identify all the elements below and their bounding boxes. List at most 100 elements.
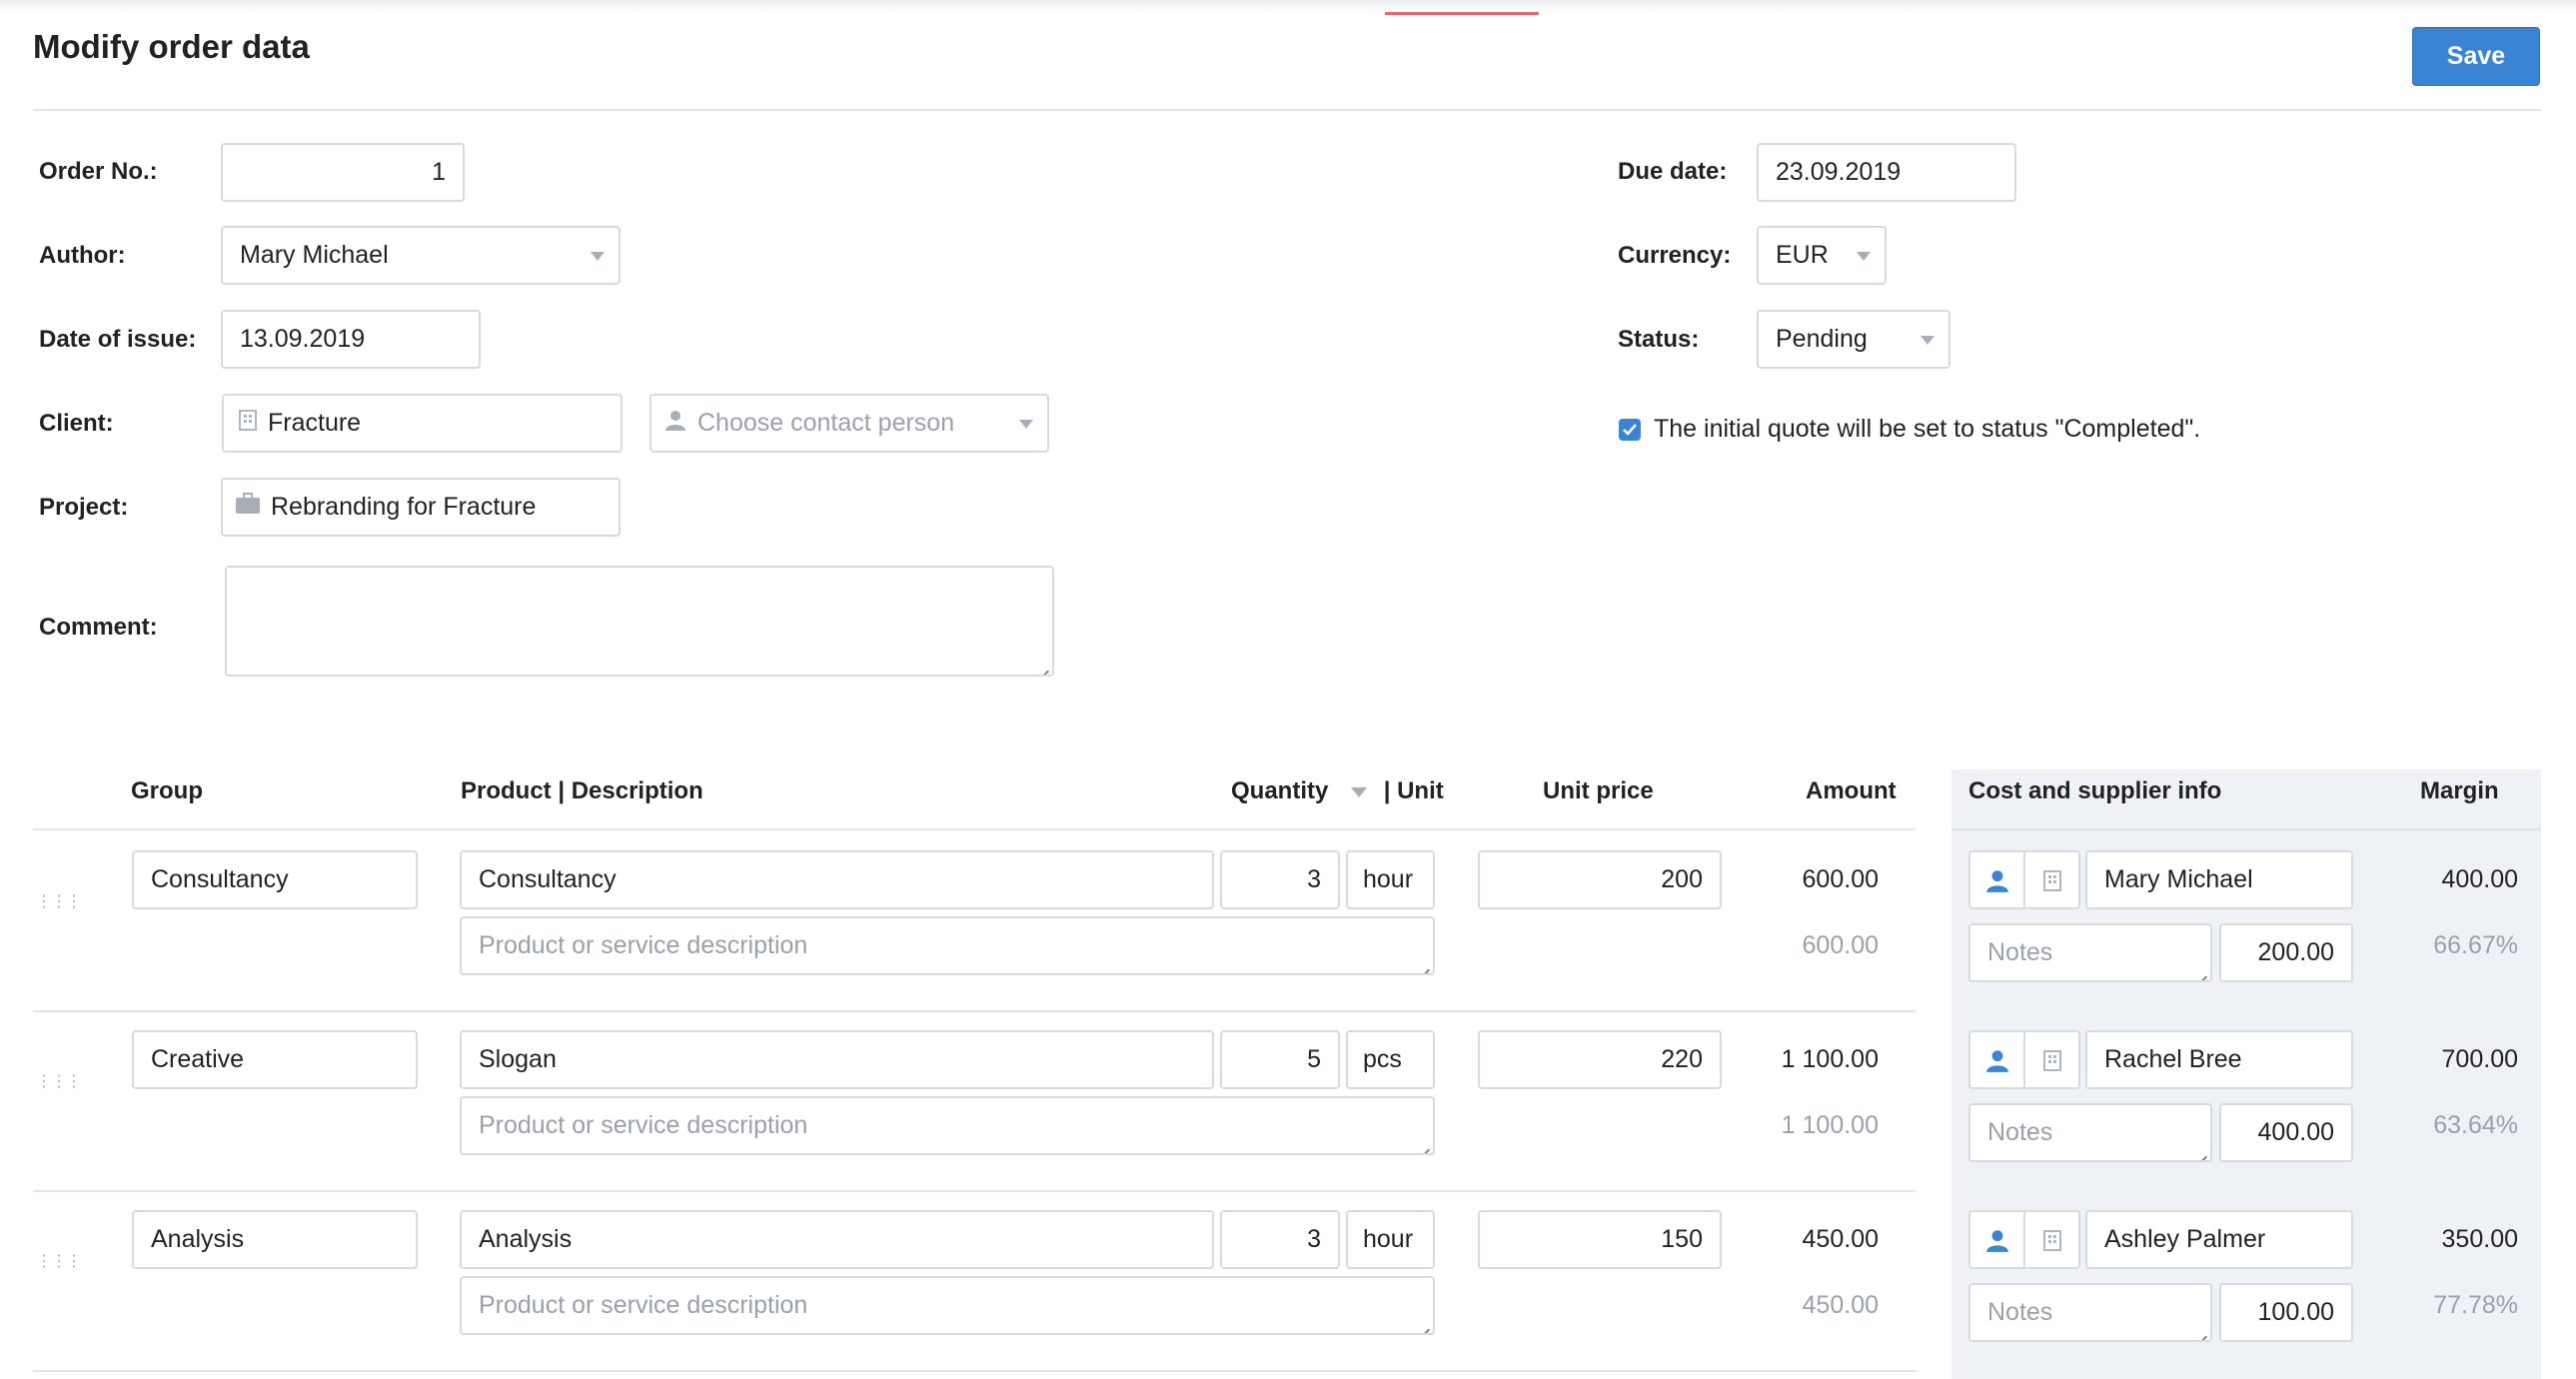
col-header-unit-price: Unit price	[1543, 777, 1654, 804]
supplier-input[interactable]: Ashley Palmer	[2085, 1210, 2353, 1269]
save-button[interactable]: Save	[2412, 27, 2540, 86]
cost-input[interactable]: 200.00	[2219, 923, 2353, 982]
author-label: Author:	[39, 242, 126, 269]
person-icon	[1985, 869, 2008, 892]
unit-price-input[interactable]: 200	[1478, 850, 1722, 909]
drag-handle-icon[interactable]: ⋮⋮⋮	[36, 891, 82, 911]
unit-input[interactable]: pcs	[1346, 1030, 1435, 1089]
col-header-margin: Margin	[2420, 777, 2499, 804]
col-header-quantity[interactable]: Quantity | Unit	[1231, 777, 1444, 805]
drag-handle-icon[interactable]: ⋮⋮⋮	[36, 1251, 82, 1271]
contact-person-select[interactable]: Choose contact person	[649, 394, 1049, 453]
due-date-input[interactable]: 23.09.2019	[1757, 143, 2016, 202]
client-label: Client:	[39, 410, 114, 437]
group-input[interactable]: Consultancy	[132, 850, 418, 909]
margin-percent: 66.67%	[2433, 931, 2518, 959]
description-textarea[interactable]: Product or service description	[460, 1276, 1435, 1335]
supplier-person-toggle[interactable]	[1968, 1210, 2025, 1269]
resize-handle-icon[interactable]	[2197, 967, 2207, 977]
unit-input[interactable]: hour	[1346, 1210, 1435, 1269]
project-label: Project:	[39, 494, 129, 521]
group-input[interactable]: Creative	[132, 1030, 418, 1089]
notes-placeholder: Notes	[1987, 938, 2053, 966]
margin-value: 400.00	[2441, 865, 2518, 893]
description-textarea[interactable]: Product or service description	[460, 916, 1435, 975]
author-value: Mary Michael	[240, 241, 389, 269]
building-icon	[238, 409, 258, 438]
resize-handle-icon[interactable]	[1420, 1320, 1430, 1330]
resize-handle-icon[interactable]	[2197, 1147, 2207, 1157]
row-divider	[33, 1370, 1916, 1372]
client-value: Fracture	[268, 409, 362, 437]
supplier-input[interactable]: Mary Michael	[2085, 850, 2353, 909]
cost-input[interactable]: 400.00	[2219, 1103, 2353, 1162]
resize-handle-icon[interactable]	[1039, 662, 1049, 672]
description-placeholder: Product or service description	[479, 1111, 808, 1139]
notes-placeholder: Notes	[1987, 1118, 2053, 1146]
resize-handle-icon[interactable]	[1420, 1140, 1430, 1150]
unit-price-input[interactable]: 150	[1478, 1210, 1722, 1269]
date-of-issue-label: Date of issue:	[39, 326, 197, 353]
order-no-input[interactable]: 1	[221, 143, 465, 202]
comment-label: Comment:	[39, 614, 158, 641]
group-input[interactable]: Analysis	[132, 1210, 418, 1269]
caret-down-icon	[1857, 251, 1871, 261]
caret-down-icon	[1921, 335, 1934, 345]
person-icon	[1985, 1049, 2008, 1072]
quantity-input[interactable]: 3	[1220, 1210, 1340, 1269]
currency-select[interactable]: EUR	[1757, 226, 1887, 285]
unit-input[interactable]: hour	[1346, 850, 1435, 909]
author-select[interactable]: Mary Michael	[221, 226, 621, 285]
col-header-cost: Cost and supplier info	[1968, 777, 2222, 804]
supplier-company-toggle[interactable]	[2023, 1030, 2080, 1089]
resize-handle-icon[interactable]	[1420, 960, 1430, 970]
caret-down-icon	[591, 251, 605, 261]
notes-placeholder: Notes	[1987, 1298, 2053, 1326]
top-shadow	[0, 0, 2576, 14]
amount-subtotal: 1 100.00	[1781, 1111, 1879, 1139]
project-input[interactable]: Rebranding for Fracture	[221, 478, 621, 537]
product-input[interactable]: Analysis	[460, 1210, 1214, 1269]
page-title: Modify order data	[33, 28, 310, 65]
quantity-input[interactable]: 5	[1220, 1030, 1340, 1089]
description-placeholder: Product or service description	[479, 1291, 808, 1319]
product-input[interactable]: Slogan	[460, 1030, 1214, 1089]
table-header-divider	[33, 828, 1916, 830]
comment-textarea[interactable]	[225, 566, 1054, 677]
supplier-input[interactable]: Rachel Bree	[2085, 1030, 2353, 1089]
client-input[interactable]: Fracture	[222, 394, 623, 453]
notes-textarea[interactable]: Notes	[1968, 1103, 2212, 1162]
amount-subtotal: 600.00	[1802, 931, 1879, 959]
unit-header-label: | Unit	[1383, 777, 1444, 804]
supplier-company-toggle[interactable]	[2023, 850, 2080, 909]
person-icon	[1985, 1229, 2008, 1252]
description-placeholder: Product or service description	[479, 931, 808, 959]
building-icon	[2042, 869, 2061, 891]
currency-label: Currency:	[1618, 242, 1732, 269]
building-icon	[2042, 1049, 2061, 1071]
unit-price-input[interactable]: 220	[1478, 1030, 1722, 1089]
status-select[interactable]: Pending	[1757, 310, 1950, 369]
margin-percent: 63.64%	[2433, 1111, 2518, 1139]
due-date-label: Due date:	[1618, 158, 1728, 185]
status-value: Pending	[1776, 325, 1868, 353]
cost-input[interactable]: 100.00	[2219, 1283, 2353, 1342]
notes-textarea[interactable]: Notes	[1968, 923, 2212, 982]
active-tab-indicator	[1385, 12, 1539, 15]
supplier-company-toggle[interactable]	[2023, 1210, 2080, 1269]
currency-value: EUR	[1776, 241, 1829, 269]
drag-handle-icon[interactable]: ⋮⋮⋮	[36, 1071, 82, 1091]
description-textarea[interactable]: Product or service description	[460, 1096, 1435, 1155]
caret-down-icon	[1019, 419, 1033, 429]
amount-value: 600.00	[1802, 865, 1879, 893]
initial-quote-checkbox[interactable]	[1619, 419, 1641, 441]
supplier-person-toggle[interactable]	[1968, 1030, 2025, 1089]
notes-textarea[interactable]: Notes	[1968, 1283, 2212, 1342]
product-input[interactable]: Consultancy	[460, 850, 1214, 909]
resize-handle-icon[interactable]	[2197, 1327, 2207, 1337]
quantity-header-label: Quantity	[1231, 777, 1329, 804]
date-of-issue-input[interactable]: 13.09.2019	[221, 310, 481, 369]
caret-down-icon[interactable]	[1351, 786, 1368, 797]
supplier-person-toggle[interactable]	[1968, 850, 2025, 909]
quantity-input[interactable]: 3	[1220, 850, 1340, 909]
